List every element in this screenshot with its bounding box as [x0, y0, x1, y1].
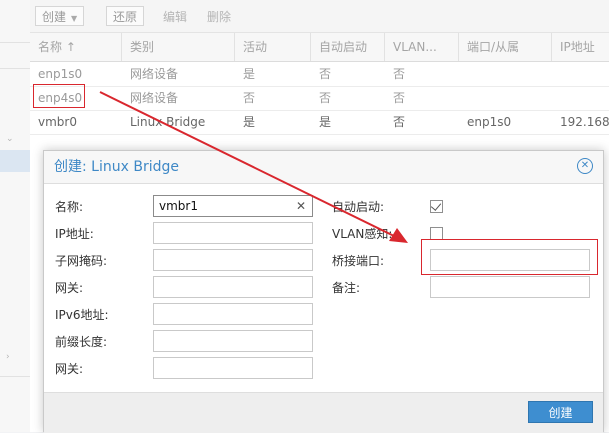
- clear-icon[interactable]: ✕: [296, 196, 306, 216]
- cell-ports: enp1s0: [467, 115, 512, 129]
- create-button[interactable]: 创建: [528, 401, 593, 423]
- prefix-length-input[interactable]: [153, 330, 313, 352]
- cell-ip: 192.168.: [560, 115, 609, 129]
- name-input[interactable]: vmbr1 ✕: [153, 195, 313, 217]
- highlight-box: [421, 239, 598, 275]
- divider: [0, 68, 30, 69]
- cell-type: Linux Bridge: [130, 115, 206, 129]
- cell-vlan: 否: [393, 115, 406, 129]
- column-header-ip[interactable]: IP地址: [552, 33, 609, 61]
- close-icon[interactable]: ✕: [577, 158, 593, 174]
- autostart-checkbox[interactable]: [430, 200, 443, 213]
- comment-input[interactable]: [430, 276, 590, 298]
- cell-name: enp1s0: [38, 67, 83, 81]
- dialog-header: 创建: Linux Bridge ✕: [44, 151, 603, 184]
- checkmark-icon: [430, 200, 442, 211]
- divider: [0, 42, 30, 43]
- create-linux-bridge-dialog: 创建: Linux Bridge ✕ 名称: vmbr1 ✕ IP地址: 子网掩…: [43, 150, 604, 433]
- table-row[interactable]: vmbr0 Linux Bridge 是 是 否 enp1s0 192.168.: [30, 110, 609, 135]
- cell-name: vmbr0: [38, 115, 77, 129]
- cell-ports: [459, 86, 552, 110]
- cell-vlan: 否: [393, 91, 406, 105]
- grid-header: 名称 ↑ 类别 活动 自动启动 VLAN... 端口/从属 IP地址: [30, 33, 609, 62]
- subnet-mask-input[interactable]: [153, 249, 313, 271]
- ipv6-gateway-label: 网关:: [55, 362, 84, 376]
- gateway-input[interactable]: [153, 276, 313, 298]
- ip-address-input[interactable]: [153, 222, 313, 244]
- cell-ports: [459, 62, 552, 86]
- nav-selected-item[interactable]: [0, 150, 30, 172]
- cell-active: 是: [243, 67, 256, 81]
- divider: [0, 376, 30, 377]
- create-menu-button[interactable]: 创建 ▼: [35, 6, 85, 26]
- cell-active: 是: [243, 115, 256, 129]
- highlight-box: [33, 84, 85, 108]
- comment-label: 备注:: [332, 281, 361, 295]
- ipv6-gateway-input[interactable]: [153, 357, 313, 379]
- cell-type: 网络设备: [130, 91, 179, 105]
- cell-ip: [552, 62, 609, 86]
- dialog-title: 创建: Linux Bridge: [54, 159, 179, 175]
- cell-autostart: 否: [319, 67, 332, 81]
- cell-type: 网络设备: [130, 67, 179, 81]
- autostart-label: 自动启动:: [332, 200, 385, 214]
- chevron-right-icon[interactable]: ›: [6, 352, 10, 362]
- edit-button[interactable]: 编辑: [156, 6, 194, 26]
- cell-vlan: 否: [393, 67, 406, 81]
- dialog-form: 名称: vmbr1 ✕ IP地址: 子网掩码: 网关: IPv6地址: 前缀长度…: [44, 184, 603, 392]
- cell-active: 否: [243, 91, 256, 105]
- column-header-ports[interactable]: 端口/从属: [459, 33, 552, 61]
- column-header-vlan[interactable]: VLAN...: [385, 33, 459, 61]
- gateway-label: 网关:: [55, 281, 84, 295]
- table-row[interactable]: enp1s0 网络设备 是 否 否: [30, 62, 609, 87]
- column-header-name[interactable]: 名称 ↑: [30, 33, 122, 61]
- column-header-type[interactable]: 类别: [122, 33, 235, 61]
- name-label: 名称:: [55, 200, 84, 214]
- chevron-down-icon: ▼: [71, 14, 78, 23]
- ip-address-label: IP地址:: [55, 227, 94, 241]
- cell-ip: [552, 86, 609, 110]
- revert-button-label: 还原: [113, 10, 138, 24]
- edit-button-label: 编辑: [163, 10, 188, 24]
- left-nav-strip: ⌄ ›: [0, 0, 31, 432]
- dialog-footer: 创建: [44, 392, 603, 433]
- ipv6-address-label: IPv6地址:: [55, 308, 109, 322]
- vlan-aware-label: VLAN感知:: [332, 227, 393, 241]
- delete-button-label: 删除: [207, 10, 232, 24]
- cell-autostart: 否: [319, 91, 332, 105]
- ipv6-address-input[interactable]: [153, 303, 313, 325]
- create-button-label: 创建: [42, 10, 67, 24]
- table-row[interactable]: enp4s0 网络设备 否 否 否: [30, 86, 609, 111]
- cell-autostart: 是: [319, 115, 332, 129]
- name-input-value: vmbr1: [159, 199, 198, 213]
- chevron-down-icon[interactable]: ⌄: [6, 134, 14, 144]
- delete-button[interactable]: 删除: [200, 6, 238, 26]
- toolbar: 创建 ▼ 还原 编辑 删除: [30, 0, 609, 33]
- prefix-length-label: 前缀长度:: [55, 335, 108, 349]
- revert-button[interactable]: 还原: [106, 6, 145, 26]
- subnet-mask-label: 子网掩码:: [55, 254, 108, 268]
- column-header-active[interactable]: 活动: [235, 33, 311, 61]
- bridge-ports-label: 桥接端口:: [332, 254, 385, 268]
- column-header-autostart[interactable]: 自动启动: [311, 33, 385, 61]
